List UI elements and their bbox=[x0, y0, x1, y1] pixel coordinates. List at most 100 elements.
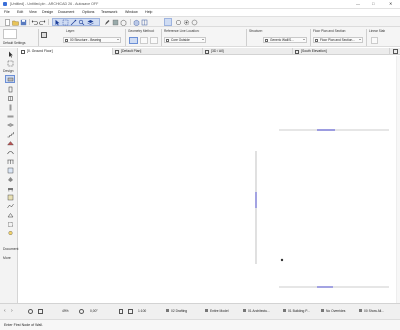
object-tool-icon[interactable] bbox=[5, 184, 15, 192]
3d-tab-icon bbox=[205, 49, 209, 54]
floor-plan-dropdown[interactable]: Floor Plan and Section... bbox=[313, 37, 363, 43]
lock-icon[interactable] bbox=[119, 309, 123, 314]
layer-icon bbox=[65, 38, 68, 42]
undo-icon[interactable] bbox=[31, 19, 38, 26]
shell-tool-icon[interactable] bbox=[5, 148, 15, 156]
navigation-forward-icon[interactable]: › bbox=[11, 308, 13, 314]
maximize-button[interactable]: □ bbox=[372, 1, 374, 6]
structure-value: Generic Wall/S... bbox=[270, 38, 294, 42]
pen-set-item[interactable]: 01 Architectu... bbox=[243, 307, 281, 315]
curtain-wall-tool-icon[interactable] bbox=[5, 166, 15, 174]
curved-wall-button[interactable] bbox=[140, 37, 148, 44]
help-icon[interactable] bbox=[191, 19, 198, 26]
info-divider bbox=[125, 29, 126, 46]
tab-list-icon[interactable] bbox=[393, 49, 398, 54]
layers-icon[interactable] bbox=[87, 19, 94, 26]
menu-window[interactable]: Window bbox=[125, 10, 138, 15]
wall-tool-icon[interactable] bbox=[5, 75, 15, 83]
lamp-tool-icon[interactable] bbox=[5, 229, 15, 237]
title-bar: [Untitled] - Untitled.pln - ARCHICAD 26 … bbox=[0, 0, 400, 9]
stair-tool-icon[interactable] bbox=[5, 130, 15, 138]
wall-type-icon[interactable] bbox=[41, 32, 47, 38]
railing-tool-icon[interactable] bbox=[5, 157, 15, 165]
find-select-icon[interactable] bbox=[78, 19, 85, 26]
renovation-small-icon bbox=[359, 309, 362, 312]
column-tool-icon[interactable] bbox=[5, 103, 15, 111]
skylight-tool-icon[interactable] bbox=[5, 211, 15, 219]
scale-value[interactable]: 1:100 bbox=[138, 309, 146, 313]
fit-window-icon[interactable] bbox=[38, 309, 43, 314]
floor-plan-icon[interactable] bbox=[141, 19, 148, 26]
structure-display-item[interactable]: Entire Model bbox=[205, 307, 241, 315]
menu-document[interactable]: Document bbox=[58, 10, 74, 15]
marquee-icon[interactable] bbox=[62, 19, 69, 26]
roof-tool-icon[interactable] bbox=[5, 139, 15, 147]
active-view-button[interactable] bbox=[164, 18, 172, 26]
default-settings-button[interactable] bbox=[3, 29, 17, 39]
window-tool-icon[interactable] bbox=[5, 94, 15, 102]
graphic-override-item[interactable]: No Overrides bbox=[321, 307, 357, 315]
tab-south-elevation[interactable]: [South Elevation] bbox=[293, 48, 390, 55]
zoom-icon[interactable] bbox=[28, 309, 33, 314]
renovation-filter-item[interactable]: 00 Show All... bbox=[359, 307, 397, 315]
close-button[interactable]: ✕ bbox=[389, 1, 392, 6]
orientation-icon[interactable] bbox=[79, 309, 84, 314]
new-icon[interactable] bbox=[4, 18, 11, 26]
layer-dropdown[interactable]: 00 Structure - Bearing bbox=[63, 37, 121, 43]
minimize-button[interactable]: — bbox=[356, 1, 360, 6]
menu-help[interactable]: Help bbox=[145, 10, 152, 15]
grid-icon[interactable] bbox=[128, 309, 133, 314]
opening-tool-icon[interactable] bbox=[5, 220, 15, 228]
toolbox-document-header[interactable]: Document bbox=[3, 247, 18, 251]
menu-edit[interactable]: Edit bbox=[17, 10, 23, 15]
slab-tool-icon[interactable] bbox=[5, 121, 15, 129]
zoom-value[interactable]: 49% bbox=[62, 309, 69, 313]
toolbar-divider bbox=[29, 19, 30, 25]
magic-wand-icon[interactable] bbox=[70, 19, 77, 26]
polyline-wall-button[interactable] bbox=[150, 37, 158, 44]
tab-default-plan[interactable]: [Default Plan] bbox=[113, 48, 203, 55]
marquee-tool-icon[interactable] bbox=[5, 59, 15, 67]
layer-combination-value: 02 Drafting bbox=[171, 309, 188, 313]
zone-tool-icon[interactable] bbox=[5, 193, 15, 201]
menu-file[interactable]: File bbox=[4, 10, 10, 15]
toolbox-design-header[interactable]: Design bbox=[3, 69, 14, 73]
door-tool-icon[interactable] bbox=[5, 85, 15, 93]
arrow-icon[interactable] bbox=[54, 19, 61, 26]
angle-value[interactable]: 0,00° bbox=[90, 309, 98, 313]
mesh-tool-icon[interactable] bbox=[5, 202, 15, 210]
settings-icon[interactable] bbox=[183, 19, 190, 26]
quick-options-bar: ‹ › 49% 0,00° 1:100 02 Drafting Entire M… bbox=[0, 303, 400, 319]
model-view-item[interactable]: 01 Building P... bbox=[283, 307, 319, 315]
graphic-override-icon[interactable] bbox=[112, 19, 119, 26]
tab-ground-floor[interactable]: [0. Ground Floor] bbox=[19, 48, 113, 55]
layer-combination-item[interactable]: 02 Drafting bbox=[166, 307, 202, 315]
pen-set-icon[interactable] bbox=[104, 19, 111, 26]
menu-options[interactable]: Options bbox=[82, 10, 94, 15]
toolbox-more-header[interactable]: More bbox=[3, 256, 11, 260]
morph-tool-icon[interactable] bbox=[5, 175, 15, 183]
redo-icon[interactable] bbox=[39, 19, 46, 26]
toolbox: Design Document More bbox=[0, 48, 18, 303]
linear-slab-button[interactable] bbox=[371, 37, 378, 44]
drawing-canvas[interactable] bbox=[19, 56, 400, 303]
model-view-icon[interactable] bbox=[120, 19, 127, 26]
floor-plan-section-label: Floor Plan and Section: bbox=[313, 29, 347, 33]
tab-3d-all[interactable]: [3D / All] bbox=[203, 48, 293, 55]
reference-line-dropdown[interactable]: Core Outside bbox=[164, 37, 206, 43]
beam-tool-icon[interactable] bbox=[5, 112, 15, 120]
3d-view-icon[interactable] bbox=[133, 19, 140, 26]
straight-wall-button[interactable] bbox=[129, 37, 138, 44]
arrow-tool-icon[interactable] bbox=[5, 50, 15, 58]
canvas-scrollbar[interactable] bbox=[396, 56, 400, 303]
open-icon[interactable] bbox=[12, 19, 19, 26]
navigation-back-icon[interactable]: ‹ bbox=[4, 308, 6, 314]
teamwork-icon[interactable] bbox=[175, 19, 182, 26]
save-icon[interactable] bbox=[20, 19, 27, 26]
menu-design[interactable]: Design bbox=[42, 10, 53, 15]
menu-view[interactable]: View bbox=[29, 10, 37, 15]
menu-teamwork[interactable]: Teamwork bbox=[101, 10, 117, 15]
structure-dropdown[interactable]: Generic Wall/S... bbox=[263, 37, 307, 43]
toolbar-divider bbox=[48, 19, 49, 25]
view-tab-bar: [0. Ground Floor] [Default Plan] [3D / A… bbox=[19, 48, 400, 55]
